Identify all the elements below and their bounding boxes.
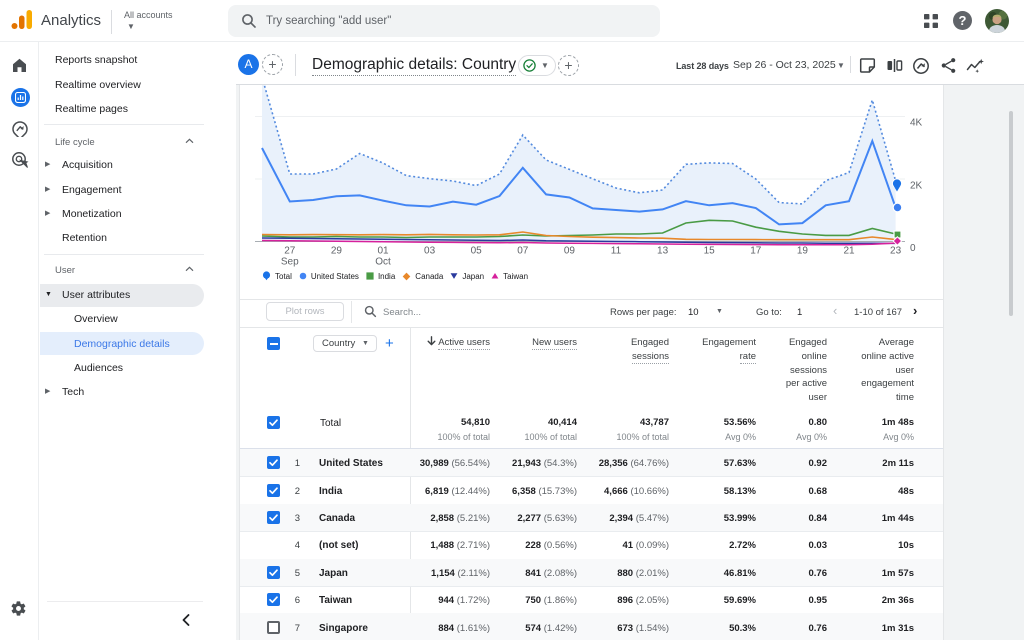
svg-text:0: 0 [910,243,916,254]
svg-text:13: 13 [657,246,669,257]
svg-text:11: 11 [611,246,622,257]
svg-text:05: 05 [471,246,483,257]
svg-text:21: 21 [843,246,855,257]
svg-text:19: 19 [797,246,809,257]
svg-text:01: 01 [377,246,389,257]
svg-text:23: 23 [890,246,902,257]
svg-text:4K: 4K [910,118,923,129]
svg-text:Sep: Sep [281,257,299,268]
svg-text:17: 17 [750,246,762,257]
svg-text:27: 27 [284,246,296,257]
svg-text:07: 07 [517,246,529,257]
svg-text:03: 03 [424,246,436,257]
svg-text:15: 15 [704,246,716,257]
svg-text:29: 29 [331,246,343,257]
svg-text:2K: 2K [910,181,923,192]
svg-text:Oct: Oct [375,257,391,268]
svg-text:09: 09 [564,246,576,257]
